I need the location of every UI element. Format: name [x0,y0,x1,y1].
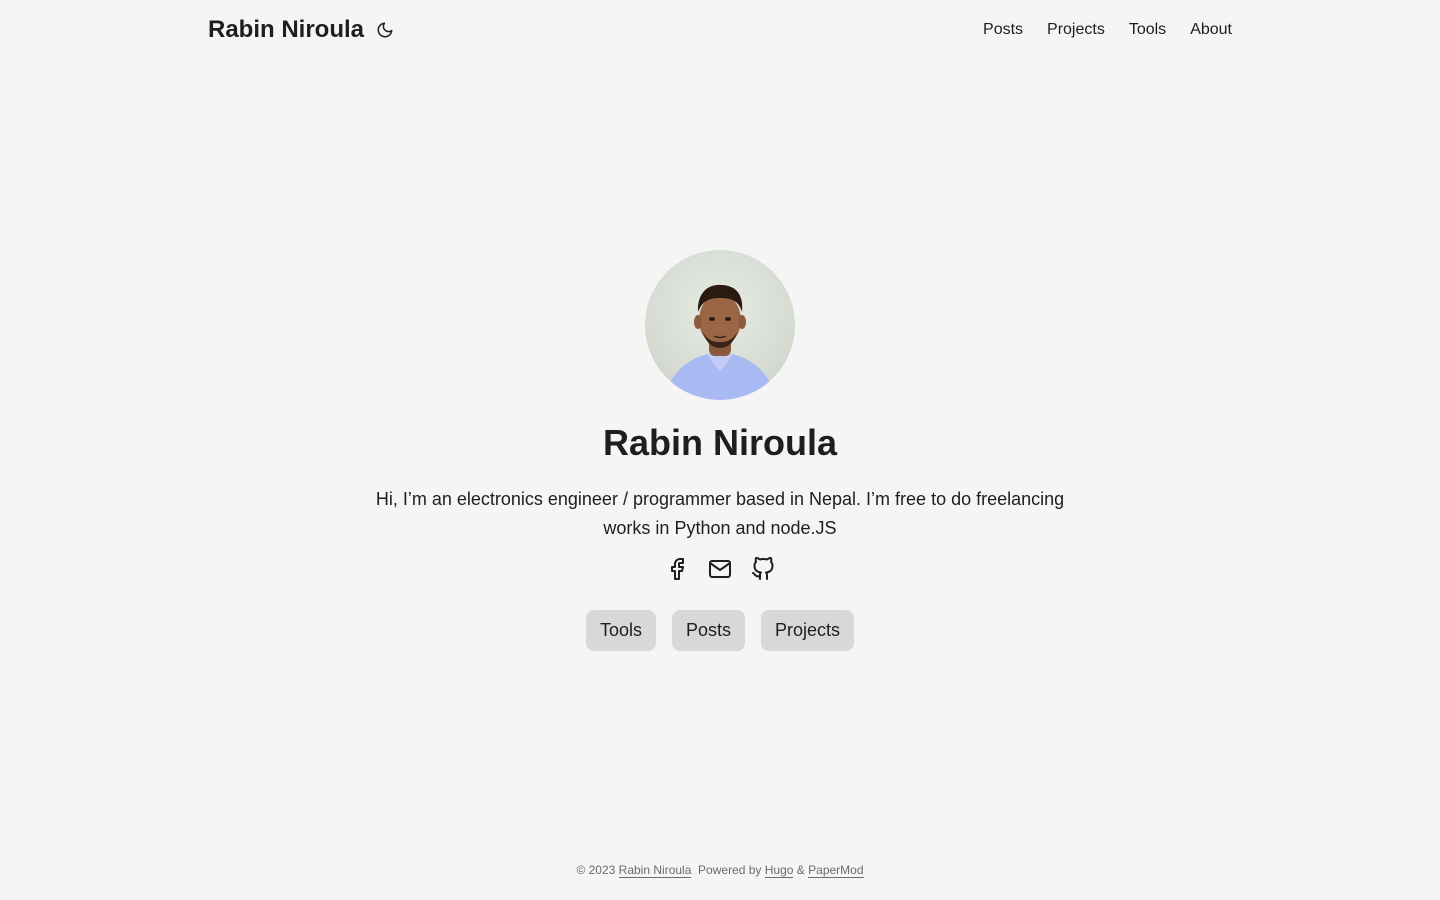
footer-author-link[interactable]: Rabin Niroula [618,863,692,878]
menu-item-about[interactable]: About [1190,20,1232,40]
social-icons [664,555,777,582]
profile-buttons: Tools Posts Projects [585,610,855,651]
github-icon [752,556,774,580]
main-menu: Posts Projects Tools About [959,20,1232,40]
site-logo[interactable]: Rabin Niroula [208,16,364,44]
menu-item-posts[interactable]: Posts [983,20,1023,40]
footer-papermod-link[interactable]: PaperMod [808,863,864,878]
logo-switches: Rabin Niroula [208,16,395,44]
footer-powered-by: Powered by [698,863,762,877]
menu-item-projects[interactable]: Projects [1047,20,1105,40]
footer-ampersand: & [796,863,805,877]
tools-button[interactable]: Tools [585,610,656,651]
profile-photo [665,284,775,400]
profile-avatar [645,250,795,400]
facebook-link[interactable] [664,555,691,582]
site-header: Rabin Niroula Posts Projects Tools About [208,0,1232,60]
facebook-icon [671,557,684,580]
footer-hugo-link[interactable]: Hugo [764,863,794,878]
email-link[interactable] [707,555,734,582]
profile-bio: Hi, I’m an electronics engineer / progra… [375,489,1065,538]
email-icon [709,559,731,578]
theme-toggle-button[interactable] [375,20,395,40]
github-link[interactable] [750,555,777,582]
footer-copyright: © 2023 [576,863,616,877]
menu-item-tools[interactable]: Tools [1129,20,1166,40]
projects-button[interactable]: Projects [761,610,855,651]
profile-section: Rabin Niroula Hi, I’m an electronics eng… [0,250,1440,651]
site-footer: © 2023 Rabin Niroula Powered by Hugo & P… [0,861,1440,879]
moon-icon [377,22,393,38]
posts-button[interactable]: Posts [671,610,746,651]
profile-name: Rabin Niroula [602,422,838,463]
